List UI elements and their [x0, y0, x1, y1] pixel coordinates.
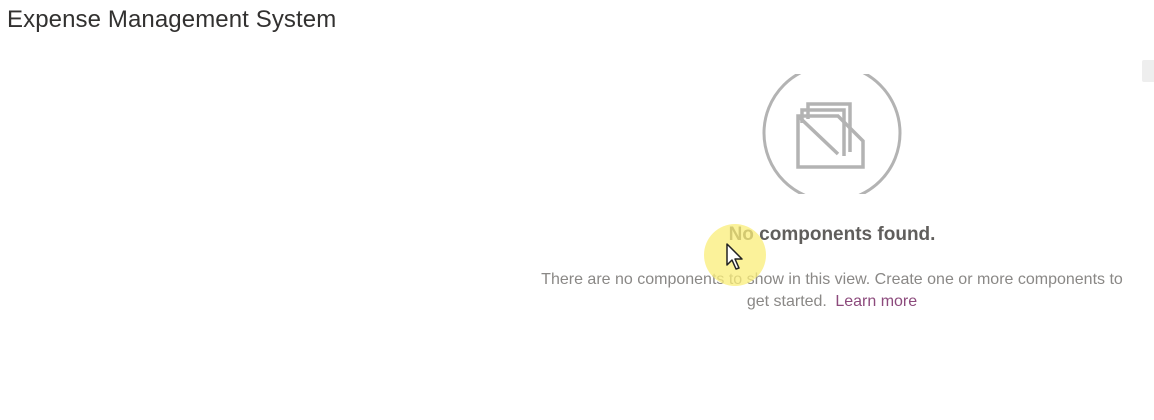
page: Expense Management System No components …: [0, 0, 1154, 420]
side-panel-handle[interactable]: [1142, 60, 1154, 82]
empty-state-description: There are no components to show in this …: [532, 269, 1132, 313]
app-title: Expense Management System: [7, 6, 337, 33]
learn-more-link[interactable]: Learn more: [835, 293, 917, 310]
empty-state-heading: No components found.: [728, 224, 936, 245]
folder-icon: [762, 74, 902, 194]
empty-state: No components found. There are no compon…: [532, 74, 1132, 313]
empty-state-description-text: There are no components to show in this …: [541, 271, 1123, 310]
